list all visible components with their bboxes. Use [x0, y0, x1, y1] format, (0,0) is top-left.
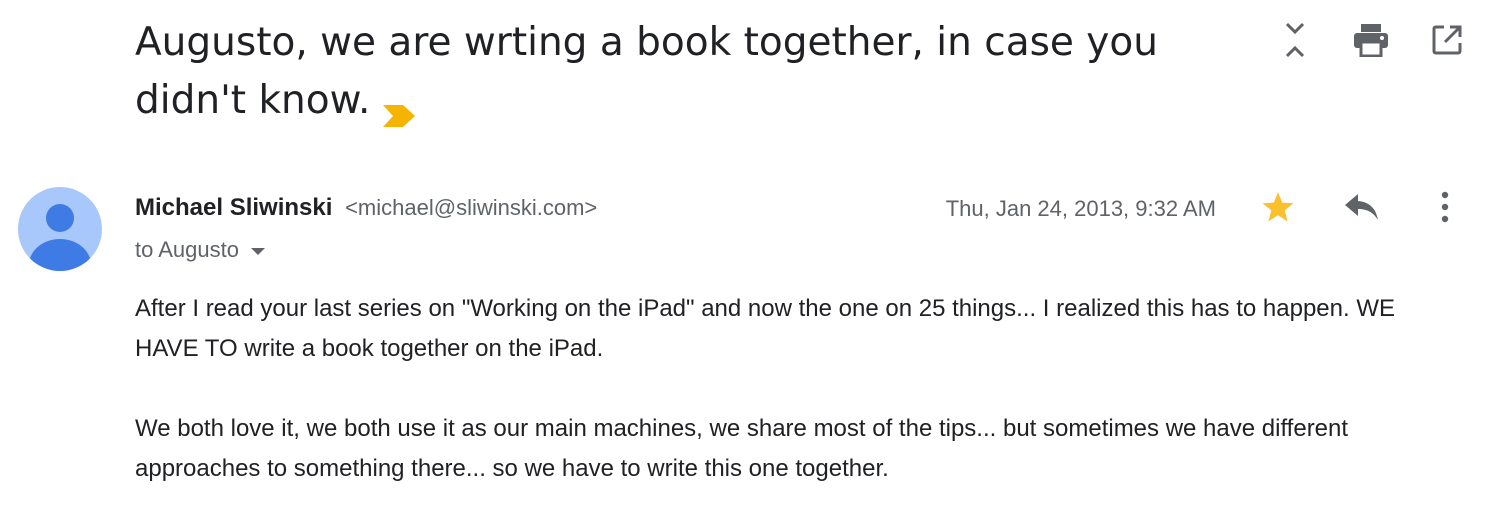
email-subject: Augusto, we are wrting a book together, … [135, 14, 1225, 130]
email-subject-row: Augusto, we are wrting a book together, … [135, 14, 1225, 130]
importance-marker-icon[interactable] [382, 87, 416, 127]
more-options-button[interactable] [1428, 188, 1462, 230]
sender-avatar[interactable] [18, 187, 102, 271]
person-icon [29, 204, 91, 271]
subject-text: Augusto, we are wrting a book together, … [135, 20, 1158, 123]
star-button[interactable] [1256, 188, 1300, 230]
recipient-details-toggle[interactable]: to Augusto [135, 234, 265, 266]
open-in-new-window-button[interactable] [1424, 20, 1470, 64]
print-all-button[interactable] [1348, 20, 1394, 64]
reply-icon [1344, 193, 1380, 226]
collapse-all-button[interactable] [1272, 20, 1318, 64]
thread-toolbar [1272, 20, 1470, 64]
body-paragraph: We both love it, we both use it as our m… [135, 415, 1349, 482]
sender-name[interactable]: Michael Sliwinski [135, 194, 332, 221]
sender-email: <michael@sliwinski.com> [345, 195, 598, 220]
more-vert-icon [1440, 191, 1450, 228]
caret-down-icon [250, 247, 265, 255]
recipient-text: to Augusto [135, 237, 239, 262]
star-icon [1261, 191, 1295, 228]
collapse-icon [1282, 20, 1308, 65]
message-body: After I read your last series on "Workin… [135, 289, 1455, 529]
open-in-new-window-icon [1432, 25, 1462, 60]
print-icon [1353, 23, 1389, 62]
message-date[interactable]: Thu, Jan 24, 2013, 9:32 AM [946, 193, 1216, 225]
sender-line: Michael Sliwinski <michael@sliwinski.com… [135, 192, 597, 224]
body-paragraph: After I read your last series on "Workin… [135, 295, 1395, 362]
reply-button[interactable] [1340, 188, 1384, 230]
